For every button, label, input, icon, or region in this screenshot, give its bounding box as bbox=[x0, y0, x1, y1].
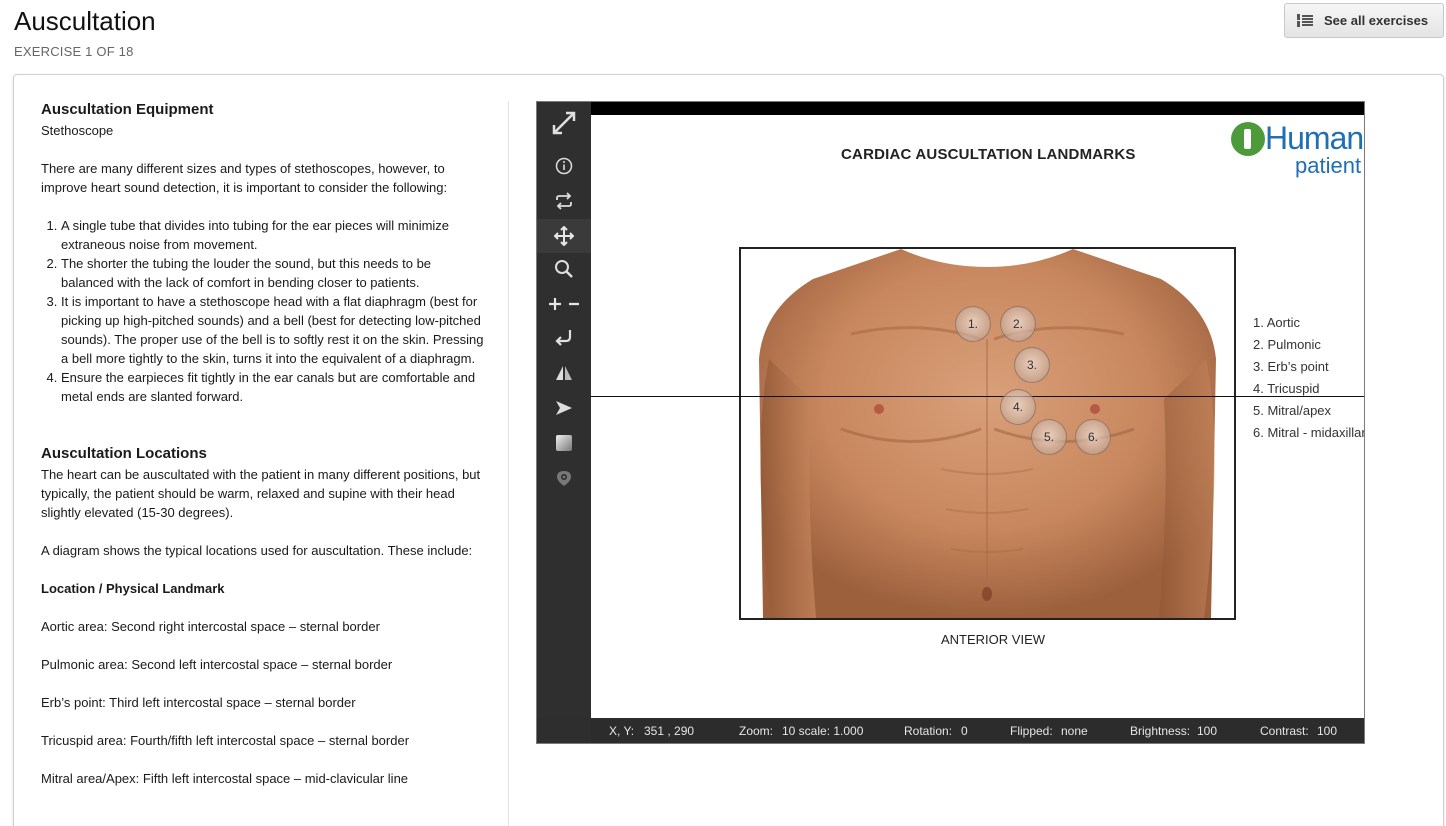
status-brightness-label: Brightness: bbox=[1130, 723, 1191, 738]
location-item: Erb’s point: Third left intercostal spac… bbox=[41, 695, 356, 710]
legend-item: 1. Aortic bbox=[1253, 315, 1300, 330]
status-contrast-value: 100 bbox=[1317, 723, 1338, 738]
locations-paragraph: A diagram shows the typical locations us… bbox=[41, 543, 473, 558]
page-title: Auscultation bbox=[14, 6, 156, 36]
viewer-canvas[interactable]: CARDIAC AUSCULTATION LANDMARKS Human pat… bbox=[591, 102, 1364, 718]
image-viewer: CARDIAC AUSCULTATION LANDMARKS Human pat… bbox=[536, 101, 1365, 744]
status-flipped-label: Flipped: bbox=[1010, 723, 1053, 738]
location-item: Aortic area: Second right intercostal sp… bbox=[41, 619, 380, 634]
eye-icon[interactable] bbox=[537, 461, 591, 495]
column-divider bbox=[508, 101, 509, 826]
landmark-marker-1: 1. bbox=[955, 306, 991, 342]
flip-icon[interactable] bbox=[537, 356, 591, 390]
crosshair-line bbox=[591, 396, 1364, 397]
landmark-legend: 1. Aortic 2. Pulmonic 3. Erb’s point 4. … bbox=[1253, 312, 1364, 444]
status-xy-label: X, Y: bbox=[609, 723, 635, 738]
list-item: Ensure the earpieces fit tightly in the … bbox=[61, 368, 486, 406]
equipment-list: A single tube that divides into tubing f… bbox=[61, 216, 486, 406]
list-item: A single tube that divides into tubing f… bbox=[61, 216, 486, 254]
logo-mark-icon bbox=[1231, 122, 1265, 156]
locations-heading: Auscultation Locations bbox=[41, 445, 207, 462]
legend-item: 6. Mitral - midaxillar bbox=[1253, 425, 1364, 440]
legend-item: 4. Tricuspid bbox=[1253, 381, 1320, 396]
viewer-status-bar: X, Y: 351 , 290 Zoom: 10 scale: 1.000 Ro… bbox=[591, 718, 1364, 743]
equipment-subheading: Stethoscope bbox=[41, 123, 114, 138]
landmark-marker-3: 3. bbox=[1014, 347, 1050, 383]
status-zoom-value: 10 scale: 1.000 bbox=[782, 723, 864, 738]
zoom-in-out-icon[interactable] bbox=[537, 287, 591, 321]
landmark-marker-4: 4. bbox=[1000, 389, 1036, 425]
locations-paragraph: The heart can be auscultated with the pa… bbox=[41, 467, 481, 520]
logo-text: Human bbox=[1265, 120, 1364, 156]
see-all-exercises-button[interactable]: See all exercises bbox=[1284, 3, 1444, 38]
location-item: Tricuspid area: Fourth/fifth left interc… bbox=[41, 733, 410, 748]
brightness-icon[interactable] bbox=[537, 391, 591, 425]
status-xy-value: 351 , 290 bbox=[644, 723, 695, 738]
contrast-icon[interactable] bbox=[537, 426, 591, 460]
legend-item: 2. Pulmonic bbox=[1253, 337, 1321, 352]
zoom-icon[interactable] bbox=[537, 252, 591, 286]
location-item: Mitral area/Apex: Fifth left intercostal… bbox=[41, 771, 409, 786]
location-item: Pulmonic area: Second left intercostal s… bbox=[41, 657, 393, 672]
equipment-heading: Auscultation Equipment bbox=[41, 101, 214, 118]
landmark-marker-5: 5. bbox=[1031, 419, 1067, 455]
info-icon[interactable] bbox=[537, 149, 591, 183]
status-brightness-value: 100 bbox=[1197, 723, 1218, 738]
list-item: It is important to have a stethoscope he… bbox=[61, 292, 486, 368]
status-rotation-label: Rotation: bbox=[904, 723, 953, 738]
landmark-marker-2: 2. bbox=[1000, 306, 1036, 342]
logo-text: patient bbox=[1295, 153, 1362, 178]
pan-icon[interactable] bbox=[537, 219, 591, 253]
locations-table-heading: Location / Physical Landmark bbox=[41, 581, 225, 596]
see-all-exercises-label: See all exercises bbox=[1324, 13, 1429, 28]
view-label: ANTERIOR VIEW bbox=[941, 632, 1046, 647]
list-icon bbox=[1297, 14, 1313, 27]
status-zoom-label: Zoom: bbox=[739, 723, 774, 738]
legend-item: 3. Erb’s point bbox=[1253, 359, 1329, 374]
legend-item: 5. Mitral/apex bbox=[1253, 403, 1332, 418]
brand-logo: Human patient bbox=[1231, 120, 1364, 180]
torso-image bbox=[739, 247, 1236, 620]
list-item: The shorter the tubing the louder the so… bbox=[61, 254, 486, 292]
fullscreen-icon[interactable] bbox=[537, 105, 591, 141]
canvas-top-bar bbox=[591, 102, 1364, 115]
viewer-toolbar bbox=[537, 102, 591, 718]
status-contrast-label: Contrast: bbox=[1260, 723, 1309, 738]
status-rotation-value: 0 bbox=[961, 723, 968, 738]
diagram-title: CARDIAC AUSCULTATION LANDMARKS bbox=[841, 146, 1136, 163]
rotate-icon[interactable] bbox=[537, 321, 591, 355]
exercise-counter: EXERCISE 1 OF 18 bbox=[14, 44, 134, 59]
equipment-intro: There are many different sizes and types… bbox=[41, 161, 448, 195]
status-flipped-value: none bbox=[1061, 723, 1088, 738]
reset-icon[interactable] bbox=[537, 184, 591, 218]
landmark-marker-6: 6. bbox=[1075, 419, 1111, 455]
exercise-text: Auscultation Equipment Stethoscope There… bbox=[41, 100, 486, 807]
